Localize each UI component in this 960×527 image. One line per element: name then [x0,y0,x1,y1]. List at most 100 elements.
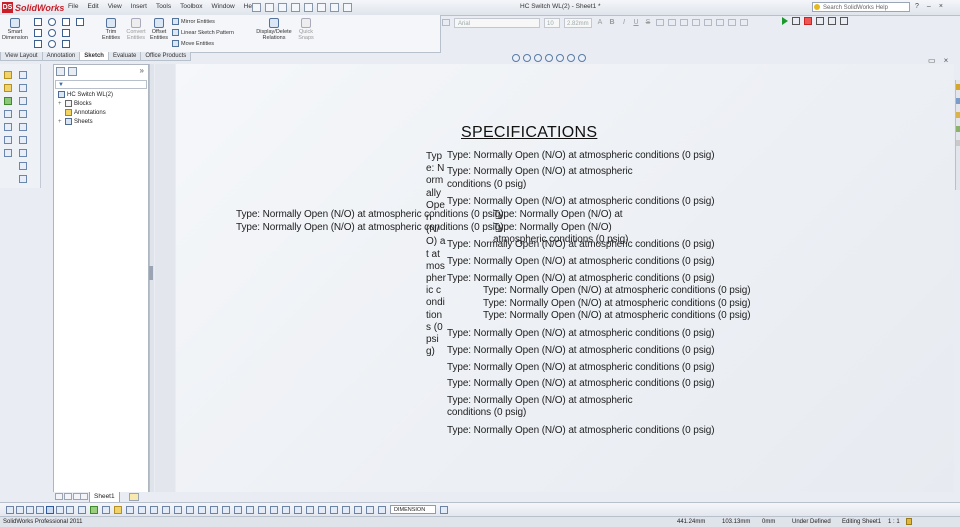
text-color-button[interactable]: A [596,19,604,26]
circle-icon[interactable] [48,18,56,26]
tool-icon-25[interactable] [282,506,290,514]
tab-view-layout[interactable]: View Layout [0,52,43,61]
italic-button[interactable]: I [620,19,628,26]
spec-note-8[interactable]: Type: Normally Open (N/O) at atmospheric… [483,298,751,309]
first-sheet-icon[interactable] [55,493,63,500]
spec-note-15[interactable]: Type: Normally Open (N/O) at atmospheric… [447,425,715,436]
offset-entities-button[interactable]: Offset Entities [148,18,170,41]
numbering-icon[interactable] [716,19,724,26]
tool-icon-9[interactable] [90,506,98,514]
mirror-entities-button[interactable]: Mirror Entities [172,18,215,25]
view-settings-icon[interactable] [578,54,586,62]
tree-item-blocks[interactable]: + Blocks [58,100,92,107]
stop-macro-icon[interactable] [792,17,800,25]
fillet-icon[interactable] [62,29,70,37]
move-entities-button[interactable]: Move Entities [172,40,214,47]
tool-icon-12[interactable] [126,506,134,514]
text-tool-icon[interactable] [62,40,70,48]
undo-icon[interactable] [304,3,313,12]
new-document-icon[interactable] [252,3,261,12]
minimize-app-icon[interactable]: – [927,3,931,10]
tool-icon-18[interactable] [198,506,206,514]
tab-evaluate[interactable]: Evaluate [107,52,142,61]
file-explorer-tab-icon[interactable] [956,112,960,118]
spline-icon[interactable] [62,18,70,26]
menu-toolbox[interactable]: Toolbox [180,3,202,10]
tool-icon-13[interactable] [138,506,146,514]
spec-note-7[interactable]: Type: Normally Open (N/O) at atmospheric… [483,285,751,296]
spec-note-10[interactable]: Type: Normally Open (N/O) at atmospheric… [447,328,715,339]
surface-finish-icon[interactable] [19,84,27,92]
spec-note-2b[interactable]: conditions (0 psig) [447,179,526,190]
display-delete-relations-button[interactable]: Display/Delete Relations [254,18,294,41]
hole-callout-icon[interactable] [19,110,27,118]
view-orientation-icon[interactable] [545,54,553,62]
splitter-grip[interactable] [149,266,153,280]
resources-tab-icon[interactable] [956,84,960,90]
polygon-icon[interactable] [48,40,56,48]
tool-icon-14[interactable] [150,506,158,514]
tool-icon-30[interactable] [342,506,350,514]
quick-snaps-button[interactable]: Quick Snaps [296,18,316,41]
previous-view-icon[interactable] [534,54,542,62]
spec-note-4[interactable]: Type: Normally Open (N/O) at atmospheric… [447,239,715,250]
collapse-panel-icon[interactable]: » [140,66,144,75]
tool-icon-17[interactable] [186,506,194,514]
solidworks-logo[interactable]: DS SolidWorks [2,2,64,13]
line-icon[interactable] [34,18,42,26]
narrow-spec-note[interactable]: Type: Normally Open (N/O) at atmospheric… [426,151,446,358]
datum-icon[interactable] [19,97,27,105]
tool-icon-4[interactable] [36,506,44,514]
spec-note-9[interactable]: Type: Normally Open (N/O) at atmospheric… [483,310,751,321]
tree-filter-input[interactable]: ▼ [55,80,147,89]
center-mark-icon[interactable] [4,123,12,131]
tree-root[interactable]: HC Switch WL(2) [58,91,113,98]
search-help-input[interactable]: Search SolidWorks Help [812,2,910,12]
align-right-icon[interactable] [680,19,688,26]
select-tool-icon[interactable] [46,506,54,514]
spec-note-3[interactable]: Type: Normally Open (N/O) at atmospheric… [447,196,715,207]
font-height-select[interactable]: 2.82mm [564,17,592,28]
tool-icon-32[interactable] [366,506,374,514]
layer-select[interactable]: DIMENSION [390,505,436,514]
centerline-icon[interactable] [19,123,27,131]
zoom-to-area-icon[interactable] [523,54,531,62]
print-icon[interactable] [291,3,300,12]
tab-annotation[interactable]: Annotation [41,52,81,61]
spec-note-13[interactable]: Type: Normally Open (N/O) at atmospheric… [447,378,715,389]
tool-icon-1[interactable] [6,506,14,514]
area-hatch-icon[interactable] [4,136,12,144]
tool-icon-8[interactable] [78,506,86,514]
tab-sketch[interactable]: Sketch [79,52,109,61]
options-icon[interactable] [343,3,352,12]
spec-note-left-2[interactable]: Type: Normally Open (N/O) at atmospheric… [236,222,504,233]
select-icon[interactable] [317,3,326,12]
dowel-pin-icon[interactable] [19,162,27,170]
tab-office-products[interactable]: Office Products [140,52,192,61]
sketch-icon[interactable] [4,71,12,79]
help-icon[interactable]: ? [915,3,919,10]
rebuild-icon[interactable] [330,3,339,12]
run-macro-icon[interactable] [782,17,788,25]
tool-icon-29[interactable] [330,506,338,514]
previous-sheet-icon[interactable] [64,493,72,500]
display-style-icon[interactable] [556,54,564,62]
tool-icon-15[interactable] [162,506,170,514]
arc-icon[interactable] [48,29,56,37]
expand-icon[interactable]: + [58,119,63,125]
pause-macro-icon[interactable] [816,17,824,25]
outdent-icon[interactable] [740,19,748,26]
tool-icon-11[interactable] [114,506,122,514]
spec-note-short[interactable]: Type: Normally Open (N/O) at [493,209,623,220]
justify-icon[interactable] [692,19,700,26]
rebuild-status-icon[interactable] [906,518,912,525]
balloon-icon[interactable] [4,84,12,92]
point-icon[interactable] [76,18,84,26]
specifications-title[interactable]: SPECIFICATIONS [461,124,597,142]
last-sheet-icon[interactable] [80,493,88,500]
spec-note-14b[interactable]: conditions (0 psig) [447,407,526,418]
linear-pattern-button[interactable]: Linear Sketch Pattern [172,29,234,36]
tool-icon-28[interactable] [318,506,326,514]
tool-icon-27[interactable] [306,506,314,514]
tool-icon-3[interactable] [26,506,34,514]
